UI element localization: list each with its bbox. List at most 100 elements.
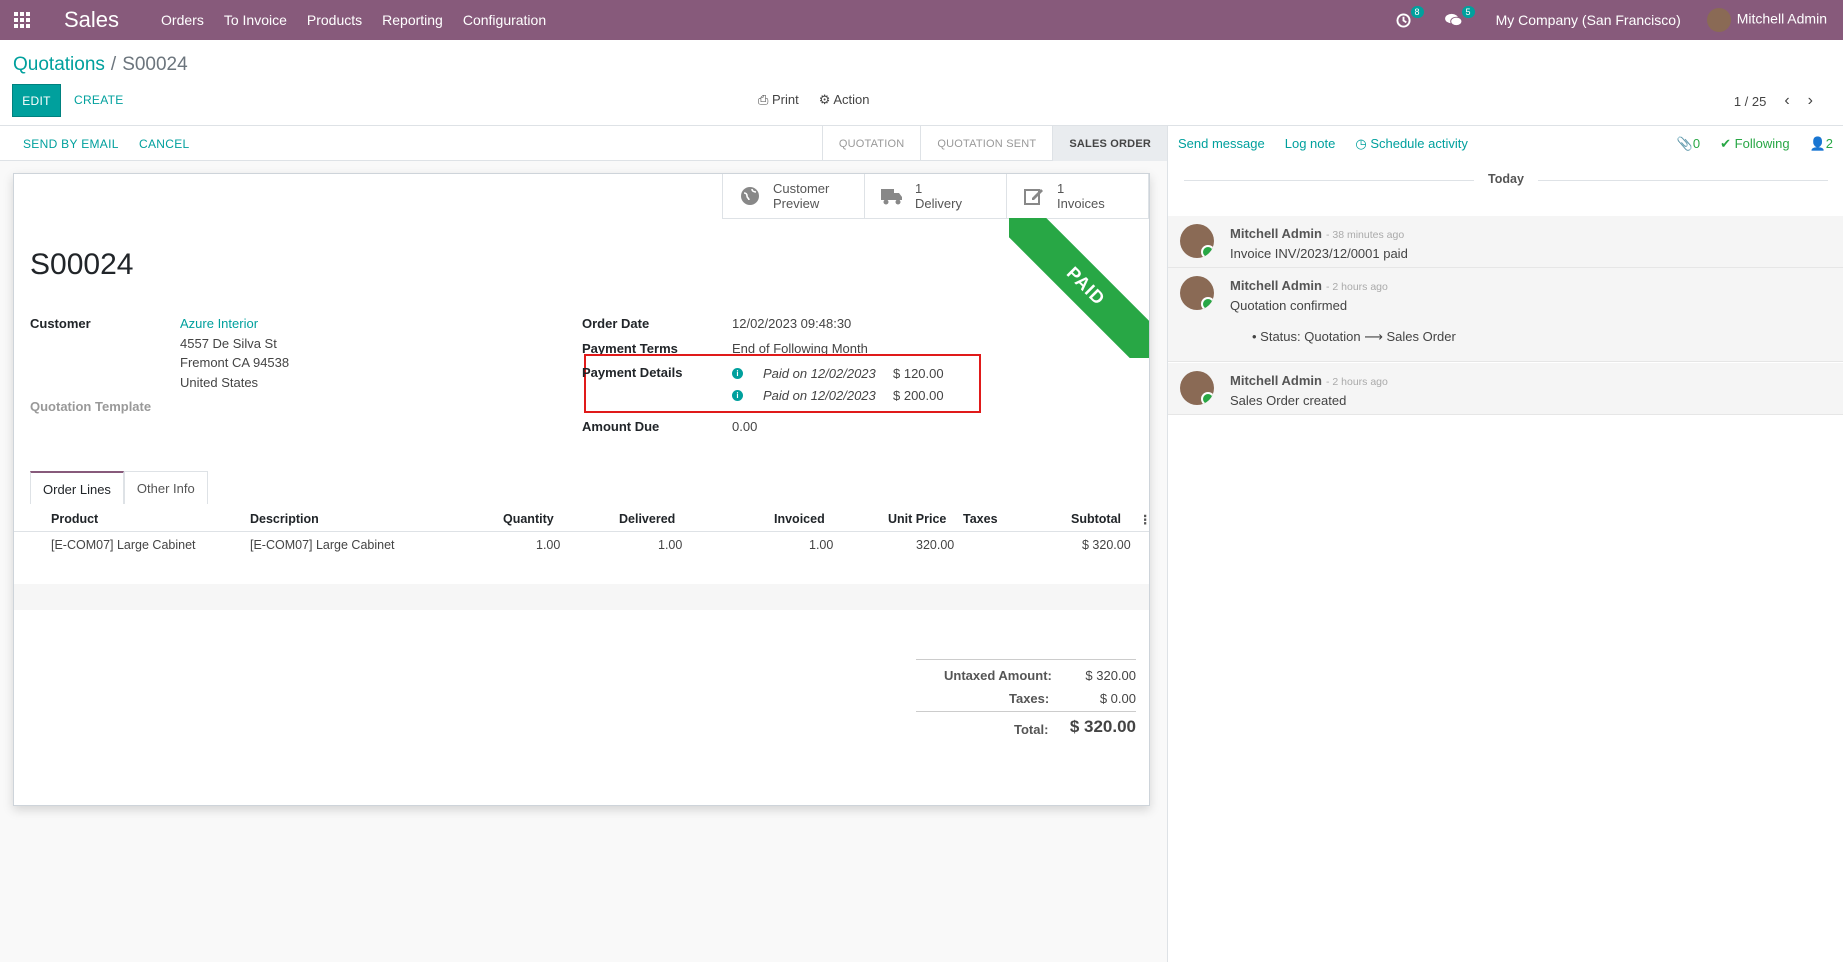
- print-dropdown[interactable]: ⎙ Print: [758, 92, 799, 108]
- date-separator: Today: [1168, 172, 1843, 186]
- messages-icon[interactable]: 5: [1444, 6, 1475, 27]
- menu-to-invoice[interactable]: To Invoice: [214, 12, 297, 28]
- log-note-button[interactable]: Log note: [1285, 136, 1336, 152]
- col-subtotal[interactable]: Subtotal: [1071, 512, 1121, 526]
- control-panel: Quotations / S00024 EDIT CREATE ⎙ Print ⚙ …: [0, 40, 1843, 126]
- activity-count-badge: 8: [1410, 5, 1424, 18]
- print-label: Print: [772, 92, 799, 107]
- col-product[interactable]: Product: [51, 512, 98, 526]
- total-value: $ 320.00: [1069, 717, 1136, 736]
- order-date-label: Order Date: [582, 316, 650, 331]
- attachments-button[interactable]: 📎0: [1677, 136, 1700, 152]
- info-icon[interactable]: i: [732, 390, 743, 401]
- order-name: S00024: [30, 248, 134, 281]
- message-author[interactable]: Mitchell Admin: [1230, 278, 1322, 293]
- stage-quotation[interactable]: QUOTATION: [821, 126, 921, 161]
- avatar[interactable]: [1180, 371, 1214, 405]
- col-taxes[interactable]: Taxes: [963, 512, 998, 526]
- paid-ribbon: PAID: [1009, 218, 1149, 358]
- info-icon[interactable]: i: [732, 368, 743, 379]
- main-menu: Orders To Invoice Products Reporting Con…: [151, 12, 556, 28]
- cell-invoiced: 1.00: [809, 538, 834, 552]
- payment-amount: $ 120.00: [893, 366, 944, 381]
- send-by-email-button[interactable]: SEND BY EMAIL: [23, 137, 119, 151]
- create-button[interactable]: CREATE: [74, 93, 124, 107]
- col-unit-price[interactable]: Unit Price: [888, 512, 946, 526]
- menu-reporting[interactable]: Reporting: [372, 12, 453, 28]
- col-description[interactable]: Description: [250, 512, 319, 526]
- delivery-button[interactable]: 1 Delivery: [865, 174, 1007, 218]
- empty-row: [14, 610, 1149, 636]
- globe-icon: [739, 185, 761, 207]
- following-label: Following: [1734, 136, 1790, 151]
- cancel-button[interactable]: CANCEL: [139, 137, 189, 151]
- table-row[interactable]: [E-COM07] Large Cabinet [E-COM07] Large …: [14, 532, 1149, 558]
- pager-value[interactable]: 1 / 25: [1734, 94, 1767, 109]
- customer-link[interactable]: Azure Interior: [180, 316, 258, 331]
- notebook-tabs: Order Lines Other Info: [30, 471, 1149, 506]
- untaxed-line: Untaxed Amount: $ 320.00: [916, 659, 1136, 683]
- highlight-box: [584, 354, 981, 413]
- chatter: Send message Log note ◷ Schedule activit…: [1167, 126, 1843, 962]
- edit-button[interactable]: EDIT: [12, 84, 61, 117]
- user-menu[interactable]: Mitchell Admin: [1706, 8, 1827, 32]
- ribbon-text: PAID: [1009, 218, 1149, 358]
- followers-button[interactable]: 👤2: [1810, 136, 1833, 152]
- pager: 1 / 25 ‹ ›: [1734, 92, 1813, 110]
- chevron-right-icon[interactable]: ›: [1808, 92, 1813, 110]
- avatar[interactable]: [1180, 276, 1214, 310]
- menu-configuration[interactable]: Configuration: [453, 12, 556, 28]
- order-date-value: 12/02/2023 09:48:30: [732, 316, 852, 331]
- apps-menu-icon[interactable]: [0, 0, 44, 40]
- breadcrumb: Quotations / S00024: [13, 54, 188, 76]
- col-quantity[interactable]: Quantity: [503, 512, 554, 526]
- invoices-button[interactable]: 1 Invoices: [1007, 174, 1149, 218]
- stage-quotation-sent[interactable]: QUOTATION SENT: [920, 126, 1052, 161]
- send-message-button[interactable]: Send message: [1178, 136, 1265, 152]
- customer-preview-button[interactable]: Customer Preview: [723, 174, 865, 218]
- menu-products[interactable]: Products: [297, 12, 372, 28]
- amount-due-label: Amount Due: [582, 419, 660, 434]
- message-author[interactable]: Mitchell Admin: [1230, 226, 1322, 241]
- cell-product: [E-COM07] Large Cabinet: [51, 538, 196, 552]
- schedule-activity-button[interactable]: ◷ Schedule activity: [1355, 136, 1468, 152]
- action-label: Action: [833, 92, 870, 107]
- breadcrumb-quotations[interactable]: Quotations: [13, 54, 105, 75]
- tracking-text: Status: Quotation ⟶ Sales Order: [1260, 329, 1456, 344]
- col-delivered[interactable]: Delivered: [619, 512, 675, 526]
- delivery-count: 1: [915, 181, 923, 196]
- app-brand[interactable]: Sales: [64, 7, 119, 33]
- smart-button-box: Customer Preview 1 Delivery 1 Invoices: [722, 174, 1149, 219]
- avatar[interactable]: [1180, 224, 1214, 258]
- stage-sales-order[interactable]: SALES ORDER: [1052, 126, 1167, 161]
- action-dropdown[interactable]: ⚙ Action: [819, 92, 870, 108]
- untaxed-value: $ 320.00: [1085, 668, 1136, 683]
- message-author[interactable]: Mitchell Admin: [1230, 373, 1322, 388]
- activity-icon[interactable]: 8: [1396, 5, 1424, 28]
- message-time: - 38 minutes ago: [1325, 229, 1405, 241]
- following-button[interactable]: ✔ Following: [1720, 136, 1789, 152]
- tab-order-lines[interactable]: Order Lines: [30, 471, 124, 506]
- payment-line: i Paid on 12/02/2023 $ 200.00: [732, 388, 944, 403]
- invoices-label: Invoices: [1057, 196, 1105, 211]
- cell-unit-price: 320.00: [916, 538, 955, 552]
- quotation-template-label: Quotation Template: [30, 399, 152, 414]
- check-icon: ✔: [1720, 136, 1735, 151]
- tab-other-info[interactable]: Other Info: [123, 471, 208, 505]
- chevron-left-icon[interactable]: ‹: [1784, 92, 1789, 110]
- menu-orders[interactable]: Orders: [151, 12, 214, 28]
- address-line3: United States: [180, 375, 259, 390]
- message-body: Sales Order created: [1230, 393, 1347, 408]
- company-switcher[interactable]: My Company (San Francisco): [1496, 12, 1681, 28]
- payment-text: Paid on 12/02/2023: [763, 366, 876, 381]
- address-line1: 4557 De Silva St: [180, 336, 277, 351]
- optional-columns-icon[interactable]: ⋮: [1139, 512, 1149, 527]
- taxes-label: Taxes:: [1009, 691, 1050, 706]
- empty-row: [14, 558, 1149, 584]
- edit-invoice-icon: [1023, 185, 1045, 207]
- total-line: Total: $ 320.00: [916, 711, 1136, 745]
- total-label: Total:: [1014, 722, 1049, 737]
- untaxed-label: Untaxed Amount:: [944, 668, 1052, 683]
- payment-line: i Paid on 12/02/2023 $ 120.00: [732, 366, 944, 381]
- col-invoiced[interactable]: Invoiced: [774, 512, 825, 526]
